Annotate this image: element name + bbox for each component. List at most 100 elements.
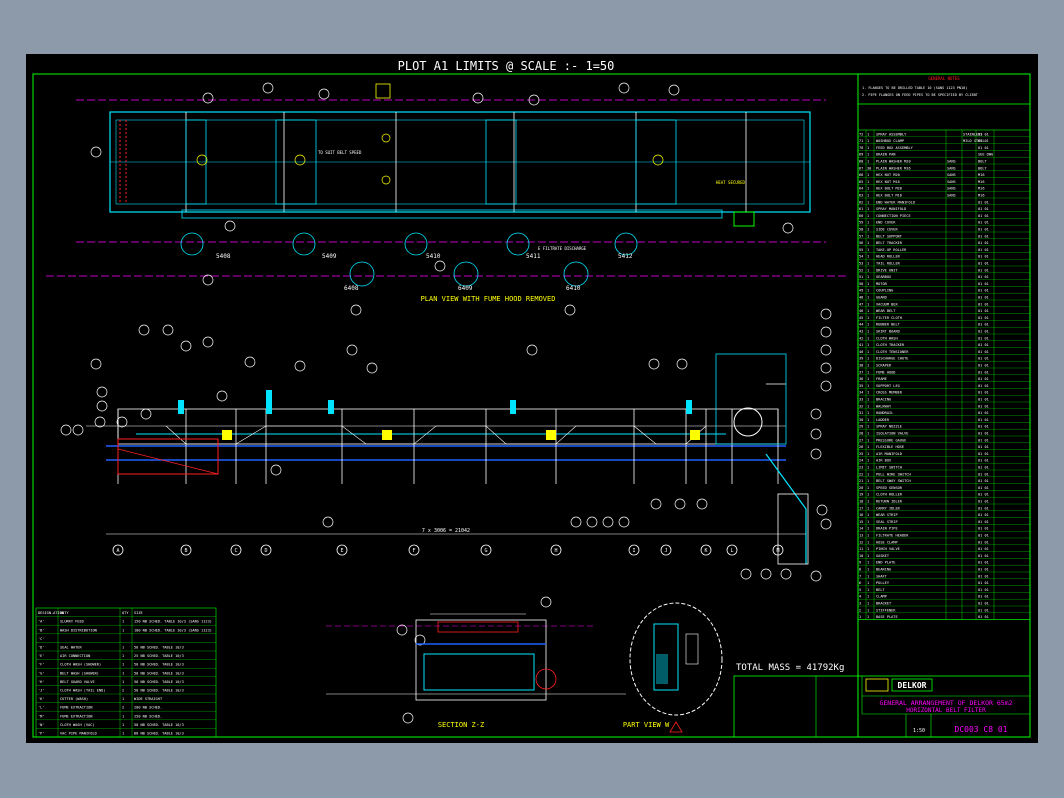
plan-section-label: 5410 bbox=[426, 253, 441, 260]
parts-list-cell-ref: SANS bbox=[947, 187, 956, 191]
parts-list-cell-desc: END COVER bbox=[876, 221, 896, 225]
designation-cell: 'L' bbox=[38, 706, 45, 710]
drawing-title-line-1: GENERAL ARRANGEMENT OF DELKOR 65m2 bbox=[879, 699, 1012, 707]
parts-list-cell-desc: SPRAY MANIFOLD bbox=[876, 207, 906, 211]
parts-list-cell-no: 62 bbox=[859, 200, 863, 204]
parts-list-cell-no: 6 bbox=[859, 581, 861, 585]
grid-letter: L bbox=[730, 548, 733, 554]
parts-list-cell-desc: BELT SWAY SWITCH bbox=[876, 479, 911, 483]
parts-list-cell-desc: CLOTH WASH bbox=[876, 336, 898, 340]
parts-list-cell-qty: 1 bbox=[867, 316, 869, 320]
callout-balloon bbox=[96, 400, 108, 412]
parts-list-cell-no: 43 bbox=[859, 330, 863, 334]
callout-balloon bbox=[674, 498, 686, 510]
parts-list-cell-n: 01 01 bbox=[978, 595, 989, 599]
parts-list-cell-qty: 1 bbox=[867, 187, 869, 191]
parts-list-cell-qty: 1 bbox=[867, 350, 869, 354]
callout-balloon bbox=[820, 344, 832, 356]
parts-list-cell-no: 47 bbox=[859, 302, 863, 306]
total-mass: TOTAL MASS = 41792Kg bbox=[736, 663, 844, 673]
parts-list-cell-qty: 1 bbox=[867, 234, 869, 238]
parts-list-cell-desc: HEX BOLT M20 bbox=[876, 187, 902, 191]
designation-cell: CLOTH WASH (VAC) bbox=[60, 723, 95, 727]
grid-letter: H bbox=[554, 548, 557, 554]
designation-cell: 1 bbox=[122, 697, 124, 701]
parts-list-cell-qty: 1 bbox=[867, 445, 869, 449]
parts-list-cell-n: 01 01 bbox=[978, 200, 989, 204]
designation-cell: 1 bbox=[122, 671, 124, 675]
parts-list-cell-qty: 1 bbox=[867, 561, 869, 565]
parts-list-cell-desc: CLOTH ROLLER bbox=[876, 493, 903, 497]
callout-balloon bbox=[810, 428, 822, 440]
designation-cell: 1 bbox=[122, 732, 124, 736]
parts-list-cell-desc: SKIRT BOARD bbox=[876, 330, 900, 334]
callout-balloon bbox=[570, 516, 582, 528]
parts-list-cell-no: 51 bbox=[859, 275, 863, 279]
parts-list-cell-desc: END WATER MANIFOLD bbox=[876, 200, 915, 204]
callout-balloon bbox=[180, 340, 192, 352]
parts-list-cell-qty: 1 bbox=[867, 241, 869, 245]
parts-list-cell-no: 13 bbox=[859, 534, 863, 538]
plan-view: 5408 5409 5410 5411 5412 6408 6409 6410 PLAN VI… bbox=[46, 83, 846, 303]
designation-cell: 'G' bbox=[38, 671, 45, 675]
parts-list-cell-no: 55 bbox=[859, 248, 863, 252]
parts-list-cell-n: 01 01 bbox=[978, 452, 989, 456]
parts-list-cell-no: 31 bbox=[859, 411, 863, 415]
parts-list-cell-qty: 1 bbox=[867, 534, 869, 538]
callout-balloon bbox=[270, 464, 282, 476]
parts-list-cell-n: 01 01 bbox=[978, 132, 989, 136]
parts-list-cell-desc: PULLEY bbox=[876, 581, 890, 585]
designation-cell: 1 bbox=[122, 646, 124, 650]
parts-list-cell-no: 27 bbox=[859, 438, 863, 442]
parts-list-cell-n: 01 01 bbox=[978, 146, 989, 150]
parts-list-cell-desc: BELT bbox=[876, 588, 885, 592]
parts-list-cell-desc: CROSS MEMBER bbox=[876, 391, 903, 395]
parts-list-cell-qty: 1 bbox=[867, 513, 869, 517]
parts-list-cell-qty: 1 bbox=[867, 336, 869, 340]
parts-list-cell-desc: FUME HOOD bbox=[876, 370, 895, 374]
parts-list-cell-n: 01 01 bbox=[978, 574, 989, 578]
parts-list-cell-qty: 1 bbox=[867, 500, 869, 504]
plan-drain-note: E FILTRATE DISCHARGE bbox=[538, 246, 587, 251]
parts-list-cell-no: 41 bbox=[859, 343, 863, 347]
parts-list-cell-n: 01 01 bbox=[978, 275, 989, 279]
designation-table: DESIGN-ATIONDUTY QTY SIZE'A' SLURRY FEED 1 15… bbox=[35, 607, 217, 738]
parts-list-cell-n: 01 01 bbox=[978, 214, 989, 218]
parts-list-cell-n: 01 01 bbox=[978, 357, 989, 361]
parts-list-cell-qty: 1 bbox=[867, 139, 869, 143]
parts-list-cell-no: 44 bbox=[859, 323, 863, 327]
parts-list-cell-qty: 1 bbox=[867, 228, 869, 232]
parts-list-cell-no: 23 bbox=[859, 466, 863, 470]
designation-cell: 'M' bbox=[38, 714, 45, 718]
callout-balloon bbox=[820, 380, 832, 392]
parts-list-cell-no: 64 bbox=[859, 187, 863, 191]
parts-list-cell-n: 01 01 bbox=[978, 513, 989, 517]
callout-balloon bbox=[350, 304, 362, 316]
parts-list-cell-desc: ISOLATION VALVE bbox=[876, 432, 908, 436]
parts-list-cell-qty: 1 bbox=[867, 479, 869, 483]
parts-list-cell-qty: 1 bbox=[867, 255, 869, 259]
parts-list-cell-no: 9 bbox=[859, 561, 861, 565]
parts-list-cell-desc: AIR BOX bbox=[876, 459, 892, 463]
callout-balloon bbox=[760, 568, 772, 580]
grid-letter: D bbox=[264, 548, 267, 554]
parts-list-cell-desc: RUBBER BELT bbox=[876, 323, 901, 327]
designation-cell: 150 NB SCHED. TABLE 10/3 (SANS 1123) bbox=[134, 620, 212, 624]
parts-list-cell-desc: BRACING bbox=[876, 398, 891, 402]
parts-list-cell-no: 3 bbox=[859, 602, 861, 606]
designation-cell: 'C' bbox=[38, 637, 45, 641]
elevation-dimension: 7 x 3006 = 21042 bbox=[422, 528, 470, 534]
parts-list-cell-no: 71 bbox=[859, 139, 863, 143]
parts-list-cell-qty: 1 bbox=[867, 547, 869, 551]
callout-balloon bbox=[564, 304, 576, 316]
plan-section-label: 5411 bbox=[526, 253, 541, 260]
parts-list-cell-qty: 1 bbox=[867, 404, 869, 408]
parts-list-cell-qty: 1 bbox=[867, 153, 869, 157]
callout-balloon bbox=[262, 82, 274, 94]
parts-list-cell-qty: 1 bbox=[867, 595, 869, 599]
callout-balloon bbox=[322, 516, 334, 528]
parts-list-cell-qty: 1 bbox=[867, 391, 869, 395]
callout-balloon bbox=[472, 92, 484, 104]
part-view-title: PART VIEW W bbox=[623, 721, 670, 729]
parts-list-cell-no: 72 bbox=[859, 132, 863, 136]
